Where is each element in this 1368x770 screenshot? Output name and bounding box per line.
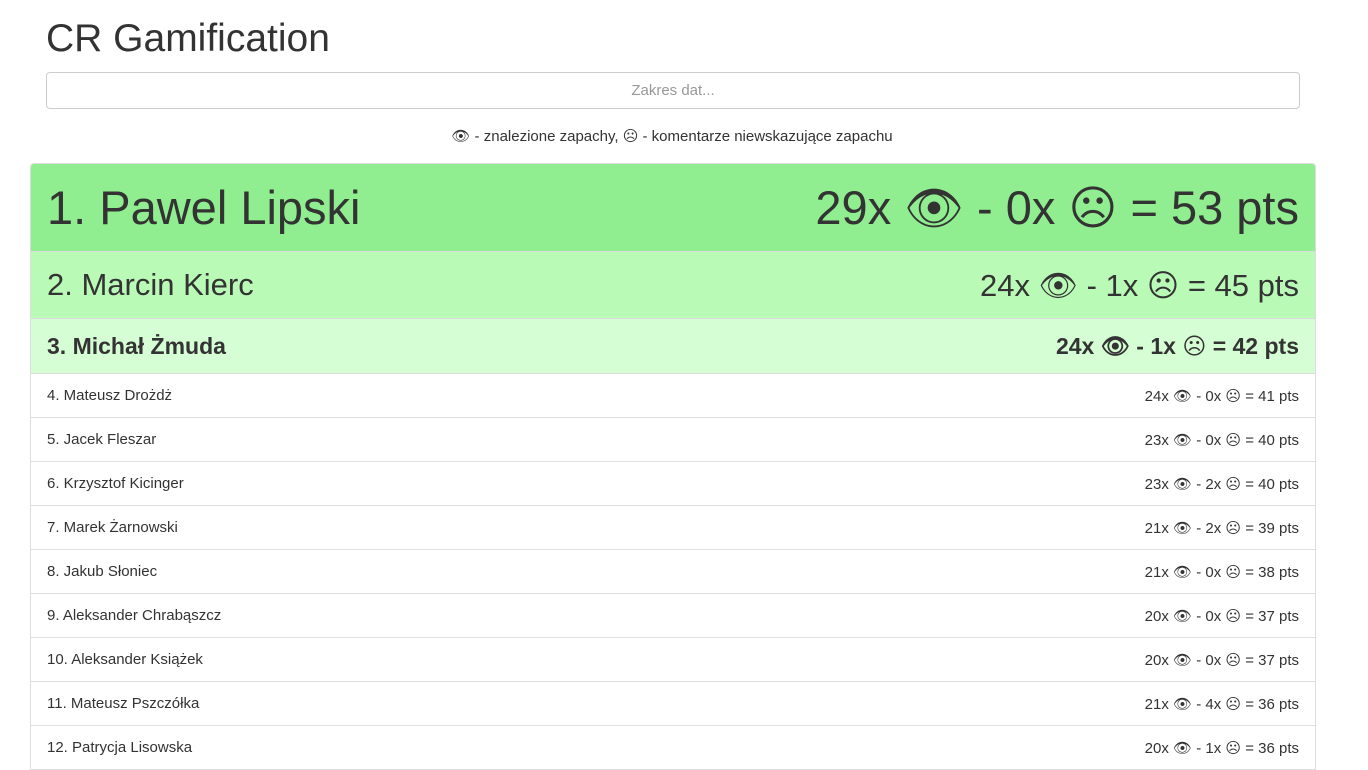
leaderboard-row: 1. Pawel Lipski 29x 👁 - 0x ☹ = 53 pts (31, 164, 1315, 252)
page-title: CR Gamification (46, 17, 330, 60)
player-score: 21x 👁 - 2x ☹ = 39 pts (1144, 519, 1299, 537)
leaderboard-row: 2. Marcin Kierc 24x 👁 - 1x ☹ = 45 pts (31, 252, 1315, 319)
player-name: 7. Marek Żarnowski (47, 519, 178, 536)
legend-found-text: - znalezione zapachy, (470, 128, 623, 145)
player-score: 20x 👁 - 0x ☹ = 37 pts (1144, 607, 1299, 625)
legend-comment-text: - komentarze niewskazujące zapachu (638, 128, 893, 145)
leaderboard-row: 11. Mateusz Pszczółka 21x 👁 - 4x ☹ = 36 … (31, 682, 1315, 726)
eye-icon: 👁 (451, 127, 471, 145)
player-name: 11. Mateusz Pszczółka (47, 695, 200, 712)
leaderboard-row: 6. Krzysztof Kicinger 23x 👁 - 2x ☹ = 40 … (31, 462, 1315, 506)
player-name: 8. Jakub Słoniec (47, 563, 158, 580)
leaderboard-row: 3. Michał Żmuda 24x 👁 - 1x ☹ = 42 pts (31, 319, 1315, 374)
leaderboard-row: 7. Marek Żarnowski 21x 👁 - 2x ☹ = 39 pts (31, 506, 1315, 550)
leaderboard-row: 9. Aleksander Chrabąszcz 20x 👁 - 0x ☹ = … (31, 594, 1315, 638)
player-name: 10. Aleksander Książek (47, 651, 203, 668)
leaderboard-row: 4. Mateusz Drożdż 24x 👁 - 0x ☹ = 41 pts (31, 374, 1315, 418)
sad-face-icon: ☹ (622, 127, 639, 145)
player-name: 4. Mateusz Drożdż (47, 387, 173, 404)
player-name: 2. Marcin Kierc (47, 267, 254, 302)
leaderboard-row: 10. Aleksander Książek 20x 👁 - 0x ☹ = 37… (31, 638, 1315, 682)
player-name: 5. Jacek Fleszar (47, 431, 157, 448)
player-name: 3. Michał Żmuda (47, 332, 226, 359)
player-name: 1. Pawel Lipski (47, 181, 361, 234)
player-score: 21x 👁 - 4x ☹ = 36 pts (1144, 695, 1299, 713)
leaderboard: 1. Pawel Lipski 29x 👁 - 0x ☹ = 53 pts 2.… (30, 163, 1316, 770)
player-name: 12. Patrycja Lisowska (47, 739, 193, 756)
player-score: 29x 👁 - 0x ☹ = 53 pts (815, 180, 1299, 234)
player-score: 23x 👁 - 2x ☹ = 40 pts (1144, 475, 1299, 493)
player-name: 6. Krzysztof Kicinger (47, 475, 184, 492)
legend: 👁 - znalezione zapachy, ☹ - komentarze n… (0, 126, 1344, 147)
player-score: 24x 👁 - 1x ☹ = 45 pts (980, 267, 1299, 303)
player-score: 23x 👁 - 0x ☹ = 40 pts (1144, 431, 1299, 449)
player-score: 20x 👁 - 0x ☹ = 37 pts (1144, 651, 1299, 669)
player-score: 21x 👁 - 0x ☹ = 38 pts (1144, 563, 1299, 581)
player-name: 9. Aleksander Chrabąszcz (47, 607, 222, 624)
leaderboard-row: 12. Patrycja Lisowska 20x 👁 - 1x ☹ = 36 … (31, 726, 1315, 770)
leaderboard-row: 5. Jacek Fleszar 23x 👁 - 0x ☹ = 40 pts (31, 418, 1315, 462)
leaderboard-row: 8. Jakub Słoniec 21x 👁 - 0x ☹ = 38 pts (31, 550, 1315, 594)
player-score: 24x 👁 - 0x ☹ = 41 pts (1144, 387, 1299, 405)
player-score: 20x 👁 - 1x ☹ = 36 pts (1144, 739, 1299, 757)
date-range-input[interactable] (46, 72, 1300, 109)
player-score: 24x 👁 - 1x ☹ = 42 pts (1055, 332, 1299, 359)
